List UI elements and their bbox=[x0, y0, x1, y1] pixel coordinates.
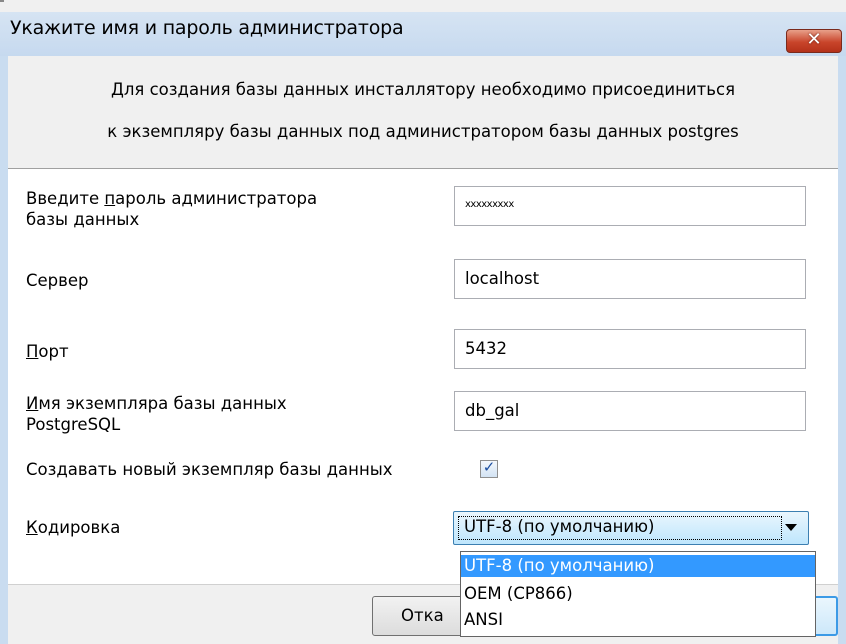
password-label-post: ароль администратора bbox=[115, 189, 318, 208]
corner-mark bbox=[0, 0, 4, 2]
close-icon: ✕ bbox=[806, 29, 822, 50]
instance-field[interactable]: db_gal bbox=[454, 391, 806, 431]
encoding-label-rest: одировка bbox=[37, 518, 121, 537]
intro-text-line-2: к экземпляру базы данных под администрат… bbox=[107, 122, 739, 141]
dialog-window: Укажите имя и пароль администратора ✕ Дл… bbox=[0, 0, 846, 644]
dropdown-option-ansi[interactable]: ANSI bbox=[461, 609, 815, 631]
port-field[interactable]: 5432 bbox=[454, 329, 806, 369]
cancel-button-label: Отка bbox=[401, 606, 444, 625]
server-value: localhost bbox=[465, 269, 540, 288]
header-panel: Для создания базы данных инсталлятору не… bbox=[8, 56, 838, 168]
encoding-label-accel: К bbox=[26, 518, 38, 537]
window-frame-left bbox=[0, 56, 8, 644]
port-label-rest: орт bbox=[38, 342, 69, 361]
intro-text-line-1: Для создания базы данных инсталлятору не… bbox=[111, 80, 735, 99]
server-label: Сервер bbox=[26, 271, 89, 290]
encoding-label: Кодировка bbox=[26, 517, 120, 538]
encoding-selected-value: UTF-8 (по умолчанию) bbox=[464, 517, 655, 536]
instance-label-line2: PostgreSQL bbox=[26, 415, 121, 434]
port-label: Порт bbox=[26, 341, 69, 362]
window-title: Укажите имя и пароль администратора bbox=[10, 17, 404, 39]
password-value: xxxxxxxxx bbox=[465, 199, 514, 210]
instance-value: db_gal bbox=[465, 401, 520, 420]
create-new-checkbox[interactable]: ✓ bbox=[480, 458, 498, 478]
close-button[interactable]: ✕ bbox=[786, 29, 842, 53]
window-frame-right bbox=[838, 56, 846, 644]
checkmark-icon: ✓ bbox=[482, 458, 496, 476]
dropdown-option-utf8[interactable]: UTF-8 (по умолчанию) bbox=[461, 555, 815, 577]
password-field[interactable]: xxxxxxxxx bbox=[454, 186, 806, 226]
chevron-down-icon[interactable] bbox=[785, 524, 797, 531]
server-field[interactable]: localhost bbox=[454, 259, 806, 299]
password-label-line2: базы данных bbox=[26, 210, 140, 229]
encoding-select[interactable]: UTF-8 (по умолчанию) bbox=[453, 511, 809, 545]
encoding-dropdown-list: UTF-8 (по умолчанию) OEM (CP866) ANSI bbox=[460, 551, 816, 637]
instance-label: Имя экземпляра базы данных PostgreSQL bbox=[26, 393, 287, 435]
password-label-pre: Введите bbox=[26, 189, 105, 208]
port-value: 5432 bbox=[465, 339, 507, 358]
port-label-accel: П bbox=[26, 342, 39, 361]
cancel-button[interactable]: Отка bbox=[372, 596, 468, 636]
dropdown-option-oem[interactable]: OEM (CP866) bbox=[461, 583, 815, 605]
password-label: Введите пароль администратора базы данны… bbox=[26, 188, 317, 230]
create-new-label: Создавать новый экземпляр базы данных bbox=[26, 460, 393, 479]
password-label-accel: п bbox=[104, 189, 116, 208]
instance-label-accel: И bbox=[26, 394, 39, 413]
instance-label-rest: мя экземпляра базы данных bbox=[38, 394, 287, 413]
